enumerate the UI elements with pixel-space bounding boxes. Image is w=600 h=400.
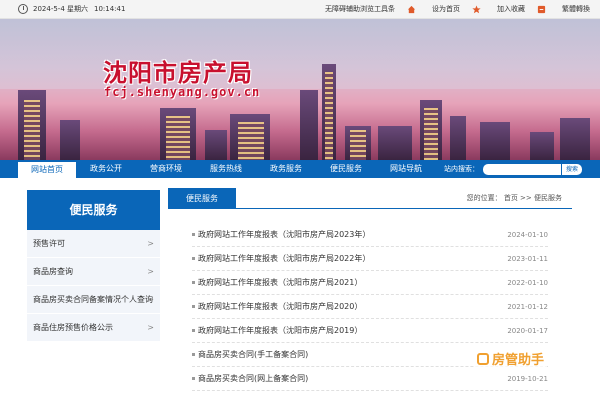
current-time: 10:14:41 xyxy=(94,5,126,13)
sidebar-item-label: 商品房买卖合同备案情况个人查询 xyxy=(33,295,153,304)
set-home-label: 设为首页 xyxy=(432,5,460,13)
list-item-title[interactable]: 政府网站工作年度报表（沈阳市房产局2022年） xyxy=(198,253,507,264)
sidebar-item-label: 商品住房预售价格公示 xyxy=(33,323,113,332)
bullet-icon xyxy=(192,233,195,236)
bullet-icon xyxy=(192,353,195,356)
home-icon xyxy=(407,5,416,13)
chevron-right-icon: > xyxy=(147,267,154,276)
banner-sky xyxy=(0,19,600,89)
nav-item-convenience[interactable]: 便民服务 xyxy=(316,160,376,178)
set-home-link[interactable]: 设为首页 xyxy=(407,4,460,14)
chevron-right-icon: > xyxy=(147,295,154,304)
bullet-icon xyxy=(192,281,195,284)
sidebar-item-label: 商品房查询 xyxy=(33,267,73,276)
list-item-title[interactable]: 政府网站工作年度报表（沈阳市房产局2023年） xyxy=(198,229,507,240)
banner-building xyxy=(300,90,318,160)
nav-item-business-env[interactable]: 营商环境 xyxy=(136,160,196,178)
banner-building-lights xyxy=(424,108,438,160)
sidebar-item-label: 预售许可 xyxy=(33,239,65,248)
bullet-icon xyxy=(192,377,195,380)
list-item[interactable]: 政府网站工作年度报表（沈阳市房产局2019） 2020-01-17 xyxy=(192,319,548,343)
watermark-text: 房管助手 xyxy=(492,353,545,368)
tab-convenience[interactable]: 便民服务 xyxy=(168,188,236,209)
banner-building-lights xyxy=(325,72,333,160)
banner-building-lights xyxy=(238,122,264,160)
list-item-date: 2021-01-12 xyxy=(507,302,548,311)
list-item[interactable]: 政府网站工作年度报表（沈阳市房产局2022年） 2023-01-11 xyxy=(192,247,548,271)
chevron-right-icon: > xyxy=(147,323,154,332)
banner-building xyxy=(378,126,412,160)
content-tabbar: 便民服务 您的位置： 首页 >> 便民服务 xyxy=(168,188,572,209)
banner-building xyxy=(530,132,554,160)
list-item-title[interactable]: 政府网站工作年度报表（沈阳市房产局2020） xyxy=(198,301,507,312)
search-input[interactable] xyxy=(482,163,561,175)
sidebar-item-presale-permit[interactable]: 预售许可 > xyxy=(27,230,160,258)
star-icon xyxy=(472,4,481,13)
list-item-date: 2022-01-10 xyxy=(507,278,548,287)
search-label: 站内搜索： xyxy=(443,165,479,173)
list-item-title[interactable]: 商品房买卖合同(网上备案合同) xyxy=(198,373,507,384)
search-button[interactable]: 搜索 xyxy=(560,163,582,175)
current-date: 2024-5-4 星期六 xyxy=(33,5,88,13)
list-item-date: 2023-01-11 xyxy=(507,254,548,263)
list-item-title[interactable]: 政府网站工作年度报表（沈阳市房产局2019） xyxy=(198,325,507,336)
sidebar-list: 预售许可 > 商品房查询 > 商品房买卖合同备案情况个人查询 > 商品住房预售价… xyxy=(27,230,160,342)
banner-building xyxy=(560,118,590,160)
header-banner: 沈阳市房产局 fcj.shenyang.gov.cn xyxy=(0,19,600,160)
list-item-date: 2024-01-10 xyxy=(507,230,548,239)
banner-building-lights xyxy=(24,100,40,160)
list-item-date: 2020-01-17 xyxy=(507,326,548,335)
site-search: 站内搜索： 搜索 xyxy=(443,163,600,175)
sidebar-item-price-notice[interactable]: 商品住房预售价格公示 > xyxy=(27,314,160,342)
banner-building xyxy=(480,122,510,160)
sidebar-title: 便民服务 xyxy=(27,190,160,230)
top-utility-bar: 2024-5-4 星期六 10:14:41 无障碍辅助浏览工具条 设为首页 加入… xyxy=(0,0,600,19)
bullet-icon xyxy=(192,329,195,332)
main-nav: 网站首页 政务公开 营商环境 服务热线 政务服务 便民服务 网站导航 站内搜索：… xyxy=(0,160,600,178)
banner-building xyxy=(450,116,466,160)
list-item[interactable]: 政府网站工作年度报表（沈阳市房产局2021） 2022-01-10 xyxy=(192,271,548,295)
chevron-right-icon: > xyxy=(147,239,154,248)
banner-building-lights xyxy=(166,116,190,160)
add-favorite-link[interactable]: 加入收藏 xyxy=(472,4,525,14)
bullet-icon xyxy=(192,305,195,308)
nav-item-gov-service[interactable]: 政务服务 xyxy=(256,160,316,178)
site-title: 沈阳市房产局 xyxy=(103,58,253,87)
list-item-title[interactable]: 政府网站工作年度报表（沈阳市房产局2021） xyxy=(198,277,507,288)
banner-building xyxy=(205,130,227,160)
add-favorite-label: 加入收藏 xyxy=(497,5,525,13)
sidebar: 便民服务 预售许可 > 商品房查询 > 商品房买卖合同备案情况个人查询 > 商品… xyxy=(27,190,160,342)
accessibility-toolbar-link[interactable]: 无障碍辅助浏览工具条 xyxy=(325,4,395,14)
list-item[interactable]: 商品房买卖合同(网上备案合同) 2019-10-21 xyxy=(192,367,548,391)
list-item[interactable]: 政府网站工作年度报表（沈阳市房产局2020） 2021-01-12 xyxy=(192,295,548,319)
clock-icon xyxy=(18,4,28,14)
top-links: 无障碍辅助浏览工具条 设为首页 加入收藏 繁體轉換 xyxy=(313,4,600,14)
nav-item-hotline[interactable]: 服务热线 xyxy=(196,160,256,178)
nav-item-site-map[interactable]: 网站导航 xyxy=(376,160,436,178)
convert-icon xyxy=(537,5,546,13)
sidebar-item-house-query[interactable]: 商品房查询 > xyxy=(27,258,160,286)
app-logo-icon xyxy=(477,352,489,365)
sidebar-item-contract-query[interactable]: 商品房买卖合同备案情况个人查询 > xyxy=(27,286,160,314)
nav-item-gov-info[interactable]: 政务公开 xyxy=(76,160,136,178)
bullet-icon xyxy=(192,257,195,260)
traditional-chinese-label: 繁體轉換 xyxy=(562,5,590,13)
banner-building xyxy=(60,120,80,160)
watermark: 房管助手 xyxy=(474,348,548,369)
site-url: fcj.shenyang.gov.cn xyxy=(104,85,261,99)
breadcrumb: 您的位置： 首页 >> 便民服务 xyxy=(466,194,562,202)
nav-item-home[interactable]: 网站首页 xyxy=(18,160,76,178)
banner-building-lights xyxy=(350,130,366,160)
list-item[interactable]: 政府网站工作年度报表（沈阳市房产局2023年） 2024-01-10 xyxy=(192,223,548,247)
traditional-chinese-link[interactable]: 繁體轉換 xyxy=(537,4,590,14)
list-item-date: 2019-10-21 xyxy=(507,374,548,383)
